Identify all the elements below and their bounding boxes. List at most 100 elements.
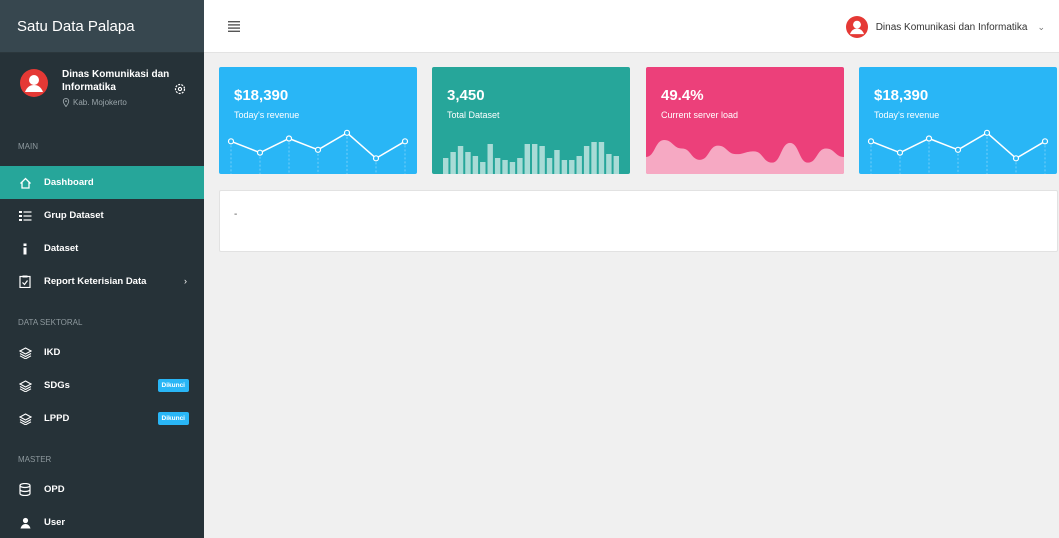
sparkline-point — [401, 138, 409, 145]
profile-location: Kab. Mojokerto — [62, 98, 127, 107]
sparkline-chart — [227, 129, 409, 174]
sparkline-bar — [539, 146, 545, 174]
layers-icon — [18, 379, 32, 393]
locked-badge: Dikunci — [157, 379, 189, 392]
content-panel: - — [219, 190, 1058, 252]
sparkline-bar — [576, 156, 582, 174]
info-icon — [18, 242, 32, 256]
locked-badge: Dikunci — [157, 412, 189, 425]
home-icon — [18, 176, 32, 190]
sparkline-area — [646, 140, 844, 174]
brand-title[interactable]: Satu Data Palapa — [0, 0, 204, 53]
sidebar-item-label: Dataset — [44, 243, 79, 254]
sparkline-bar — [524, 144, 530, 174]
sparkline-bar — [532, 144, 538, 174]
sidebar-item-opd[interactable]: OPD — [0, 473, 204, 506]
sparkline-bar — [443, 158, 449, 174]
stat-card: $18,390 Today's revenue — [859, 67, 1057, 174]
sparkline-point — [285, 135, 293, 142]
avatar[interactable] — [20, 69, 48, 97]
database-icon — [18, 483, 32, 497]
sidebar-item-label: Dashboard — [44, 177, 94, 188]
sidebar-item-dataset[interactable]: Dataset — [0, 232, 204, 265]
sparkline-bar — [465, 152, 471, 174]
sidebar-item-label: User — [44, 517, 66, 528]
area-sparkline-chart — [646, 140, 844, 174]
section-master: MASTER — [18, 455, 52, 464]
sparkline-bar — [502, 160, 508, 174]
stat-label: Current server load — [661, 110, 739, 120]
avatar — [845, 16, 868, 38]
sidebar-item-grup-dataset[interactable]: Grup Dataset — [0, 199, 204, 232]
user-menu[interactable]: Dinas Komunikasi dan Informatika ⌄ — [845, 14, 1045, 40]
app: Satu Data Palapa Dinas Komunikasi dan In… — [0, 0, 1059, 538]
sparkline-point — [227, 138, 235, 145]
sidebar-item-user[interactable]: User — [0, 506, 204, 538]
sidebar-item-label: OPD — [44, 484, 65, 495]
stat-label: Total Dataset — [447, 110, 500, 120]
sparkline-chart — [867, 129, 1049, 174]
sparkline-bar — [546, 158, 553, 174]
bar-sparkline-chart — [443, 142, 619, 174]
user-menu-name: Dinas Komunikasi dan Informatika — [875, 21, 1028, 33]
sparkline-bar — [517, 158, 523, 174]
sparkline-bar — [480, 162, 486, 174]
sparkline-point — [867, 138, 875, 145]
sparkline-point — [256, 149, 264, 156]
sidebar-item-label: Report Keterisian Data — [44, 276, 147, 287]
sparkline-bar — [598, 142, 605, 174]
section-data-sektoral: DATA SEKTORAL — [18, 318, 83, 327]
sparkline-point — [1041, 138, 1049, 145]
location-pin-icon — [62, 98, 70, 107]
sidebar-item-label: IKD — [44, 347, 61, 358]
sidebar-item-lppd[interactable]: LPPD Dikunci — [0, 402, 204, 435]
stat-value: 3,450 — [447, 87, 485, 104]
sparkline-bar — [457, 146, 464, 174]
stat-value: $18,390 — [234, 87, 289, 104]
sparkline-bar — [583, 146, 590, 174]
sparkline-point — [983, 129, 991, 136]
sidebar-item-report[interactable]: Report Keterisian Data › — [0, 265, 204, 298]
profile-name: Dinas Komunikasi dan Informatika — [62, 69, 170, 93]
sidebar: Satu Data Palapa Dinas Komunikasi dan In… — [0, 0, 204, 538]
list-icon — [18, 209, 32, 223]
stat-label: Today's revenue — [874, 110, 940, 120]
sidebar-item-label: Grup Dataset — [44, 210, 104, 221]
gear-icon[interactable] — [174, 83, 186, 95]
sparkline-point — [1012, 155, 1020, 162]
sparkline-bar — [487, 144, 493, 174]
sparkline-bar — [472, 156, 479, 174]
clipboard-check-icon — [18, 275, 32, 289]
chevron-down-icon: ⌄ — [1037, 21, 1045, 32]
sparkline-bar — [606, 154, 612, 174]
layers-icon — [18, 346, 32, 360]
sparkline-bar — [450, 152, 456, 174]
sidebar-profile: Dinas Komunikasi dan Informatika Kab. Mo… — [0, 53, 204, 126]
sparkline-point — [896, 149, 904, 156]
section-main: MAIN — [18, 142, 38, 151]
user-icon — [18, 516, 32, 530]
stat-label: Today's revenue — [234, 110, 300, 120]
sparkline-bar — [494, 158, 501, 174]
hamburger-menu-icon[interactable] — [228, 21, 240, 32]
sidebar-item-dashboard[interactable]: Dashboard — [0, 166, 204, 199]
stat-value: $18,390 — [874, 87, 929, 104]
stat-card: 49.4% Current server load — [646, 67, 844, 174]
sparkline-point — [372, 155, 380, 162]
panel-text: - — [234, 209, 238, 220]
sidebar-item-sdgs[interactable]: SDGs Dikunci — [0, 369, 204, 402]
stat-card: $18,390 Today's revenue — [219, 67, 417, 174]
sidebar-item-ikd[interactable]: IKD — [0, 336, 204, 369]
profile-location-text: Kab. Mojokerto — [73, 98, 127, 107]
stat-value: 49.4% — [661, 87, 704, 104]
sparkline-bar — [591, 142, 597, 174]
sparkline-bar — [613, 156, 619, 174]
sidebar-item-label: LPPD — [44, 413, 70, 424]
sparkline-bar — [554, 150, 560, 174]
top-header: Dinas Komunikasi dan Informatika ⌄ — [204, 0, 1059, 53]
sparkline-bar — [561, 160, 568, 174]
sparkline-point — [925, 135, 933, 142]
sparkline-point — [314, 146, 322, 153]
sidebar-item-label: SDGs — [44, 380, 70, 391]
sparkline-point — [954, 146, 962, 153]
